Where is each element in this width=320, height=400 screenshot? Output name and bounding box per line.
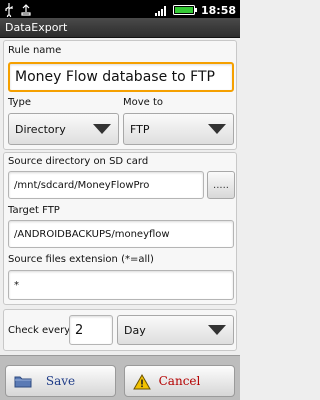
save-label: Save <box>45 374 76 388</box>
target-ftp-label: Target FTP <box>8 205 60 216</box>
move-to-label: Move to <box>123 97 164 108</box>
chevron-down-icon <box>205 120 229 138</box>
source-ext-label: Source files extension (*=all) <box>8 254 154 265</box>
chevron-down-icon <box>205 321 229 339</box>
app-title: DataExport <box>5 21 68 34</box>
check-unit-dropdown[interactable]: Day <box>117 315 234 345</box>
cancel-button[interactable]: Cancel <box>124 365 235 397</box>
rule-name-label: Rule name <box>8 45 62 56</box>
cancel-label: Cancel <box>158 374 201 388</box>
move-to-value: FTP <box>130 122 150 136</box>
move-to-dropdown[interactable]: FTP <box>123 113 234 145</box>
rule-name-input[interactable]: Money Flow database to FTP <box>8 62 234 92</box>
check-unit-value: Day <box>124 323 146 337</box>
type-label: Type <box>8 97 31 108</box>
browse-button[interactable]: ..... <box>207 171 235 199</box>
check-every-label: Check every <box>8 325 71 336</box>
type-value: Directory <box>15 122 66 136</box>
status-time: 18:58 <box>200 4 236 17</box>
check-interval-input[interactable]: 2 <box>69 315 113 345</box>
rule-section: Rule name Money Flow database to FTP Typ… <box>3 40 237 150</box>
browse-label: ..... <box>213 179 229 191</box>
chevron-down-icon <box>90 120 114 138</box>
schedule-section: Check every 2 Day <box>3 309 237 351</box>
save-button[interactable]: Save <box>5 365 116 397</box>
type-dropdown[interactable]: Directory <box>8 113 119 145</box>
source-dir-input[interactable]: /mnt/sdcard/MoneyFlowPro <box>8 171 204 199</box>
source-dir-label: Source directory on SD card <box>8 156 149 167</box>
target-ftp-input[interactable]: /ANDROIDBACKUPS/moneyflow <box>8 220 234 248</box>
folder-icon <box>14 374 32 391</box>
status-bar: 18:58 <box>0 0 240 19</box>
button-bar: Save Cancel <box>0 355 240 400</box>
paths-section: Source directory on SD card /mnt/sdcard/… <box>3 152 237 305</box>
title-bar: DataExport <box>0 18 240 38</box>
warning-icon <box>133 373 151 393</box>
source-ext-input[interactable]: * <box>8 270 234 300</box>
